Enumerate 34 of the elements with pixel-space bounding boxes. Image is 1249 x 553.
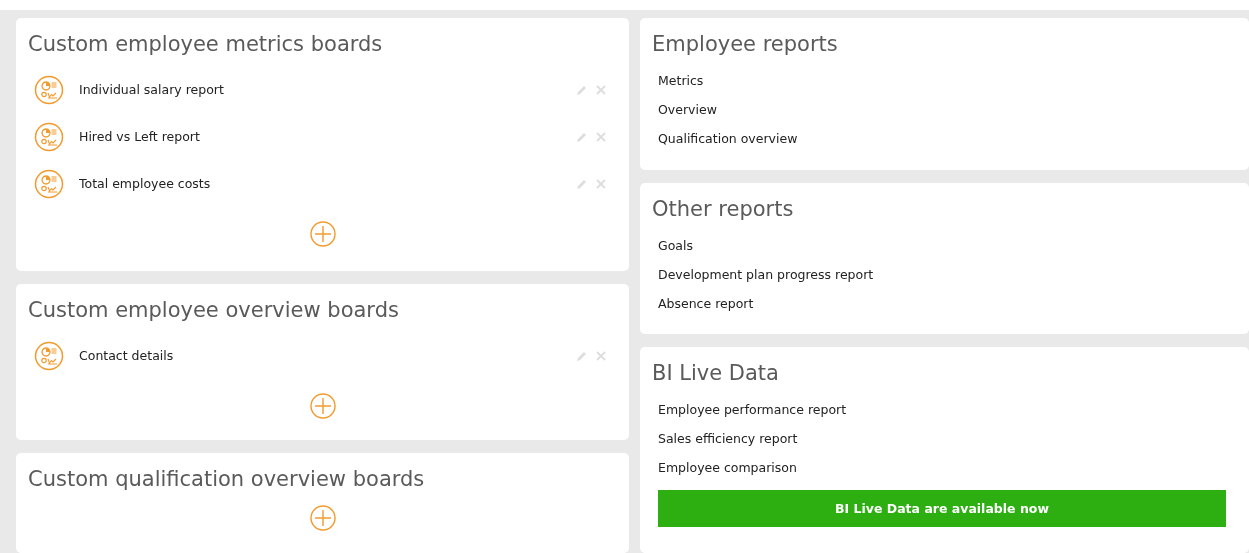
panel-title: Custom employee metrics boards	[28, 32, 384, 56]
dashboard-icon	[34, 121, 64, 152]
close-icon[interactable]	[595, 130, 607, 143]
panel-title: BI Live Data	[652, 361, 779, 385]
add-icon[interactable]	[309, 505, 336, 531]
board-link[interactable]: Contact details	[79, 348, 575, 363]
pencil-icon[interactable]	[575, 83, 587, 96]
report-link[interactable]: Metrics	[658, 66, 704, 95]
board-link[interactable]: Individual salary report	[79, 82, 575, 97]
add-icon[interactable]	[309, 221, 336, 247]
report-link[interactable]: Development plan progress report	[658, 260, 874, 289]
pencil-icon[interactable]	[575, 130, 587, 143]
panel-title: Custom employee overview boards	[28, 298, 400, 322]
board-link[interactable]: Hired vs Left report	[79, 129, 575, 144]
dashboard-icon	[34, 74, 64, 105]
report-link[interactable]: Absence report	[658, 289, 754, 318]
panel-title: Other reports	[652, 197, 794, 221]
dashboard-icon	[34, 168, 64, 199]
add-icon[interactable]	[309, 393, 336, 419]
report-link[interactable]: Overview	[658, 95, 717, 124]
report-link[interactable]: Goals	[658, 231, 693, 260]
board-link[interactable]: Total employee costs	[79, 176, 575, 191]
pencil-icon[interactable]	[575, 177, 587, 190]
report-link[interactable]: Qualification overview	[658, 124, 798, 153]
report-link[interactable]: Employee performance report	[658, 395, 847, 424]
close-icon[interactable]	[595, 349, 607, 362]
pencil-icon[interactable]	[575, 349, 587, 362]
panel-title: Employee reports	[652, 32, 838, 56]
close-icon[interactable]	[595, 177, 607, 190]
report-link[interactable]: Employee comparison	[658, 453, 797, 482]
report-link[interactable]: Sales efficiency report	[658, 424, 798, 453]
dashboard-icon	[34, 340, 64, 371]
panel-title: Custom qualification overview boards	[28, 467, 426, 491]
close-icon[interactable]	[595, 83, 607, 96]
